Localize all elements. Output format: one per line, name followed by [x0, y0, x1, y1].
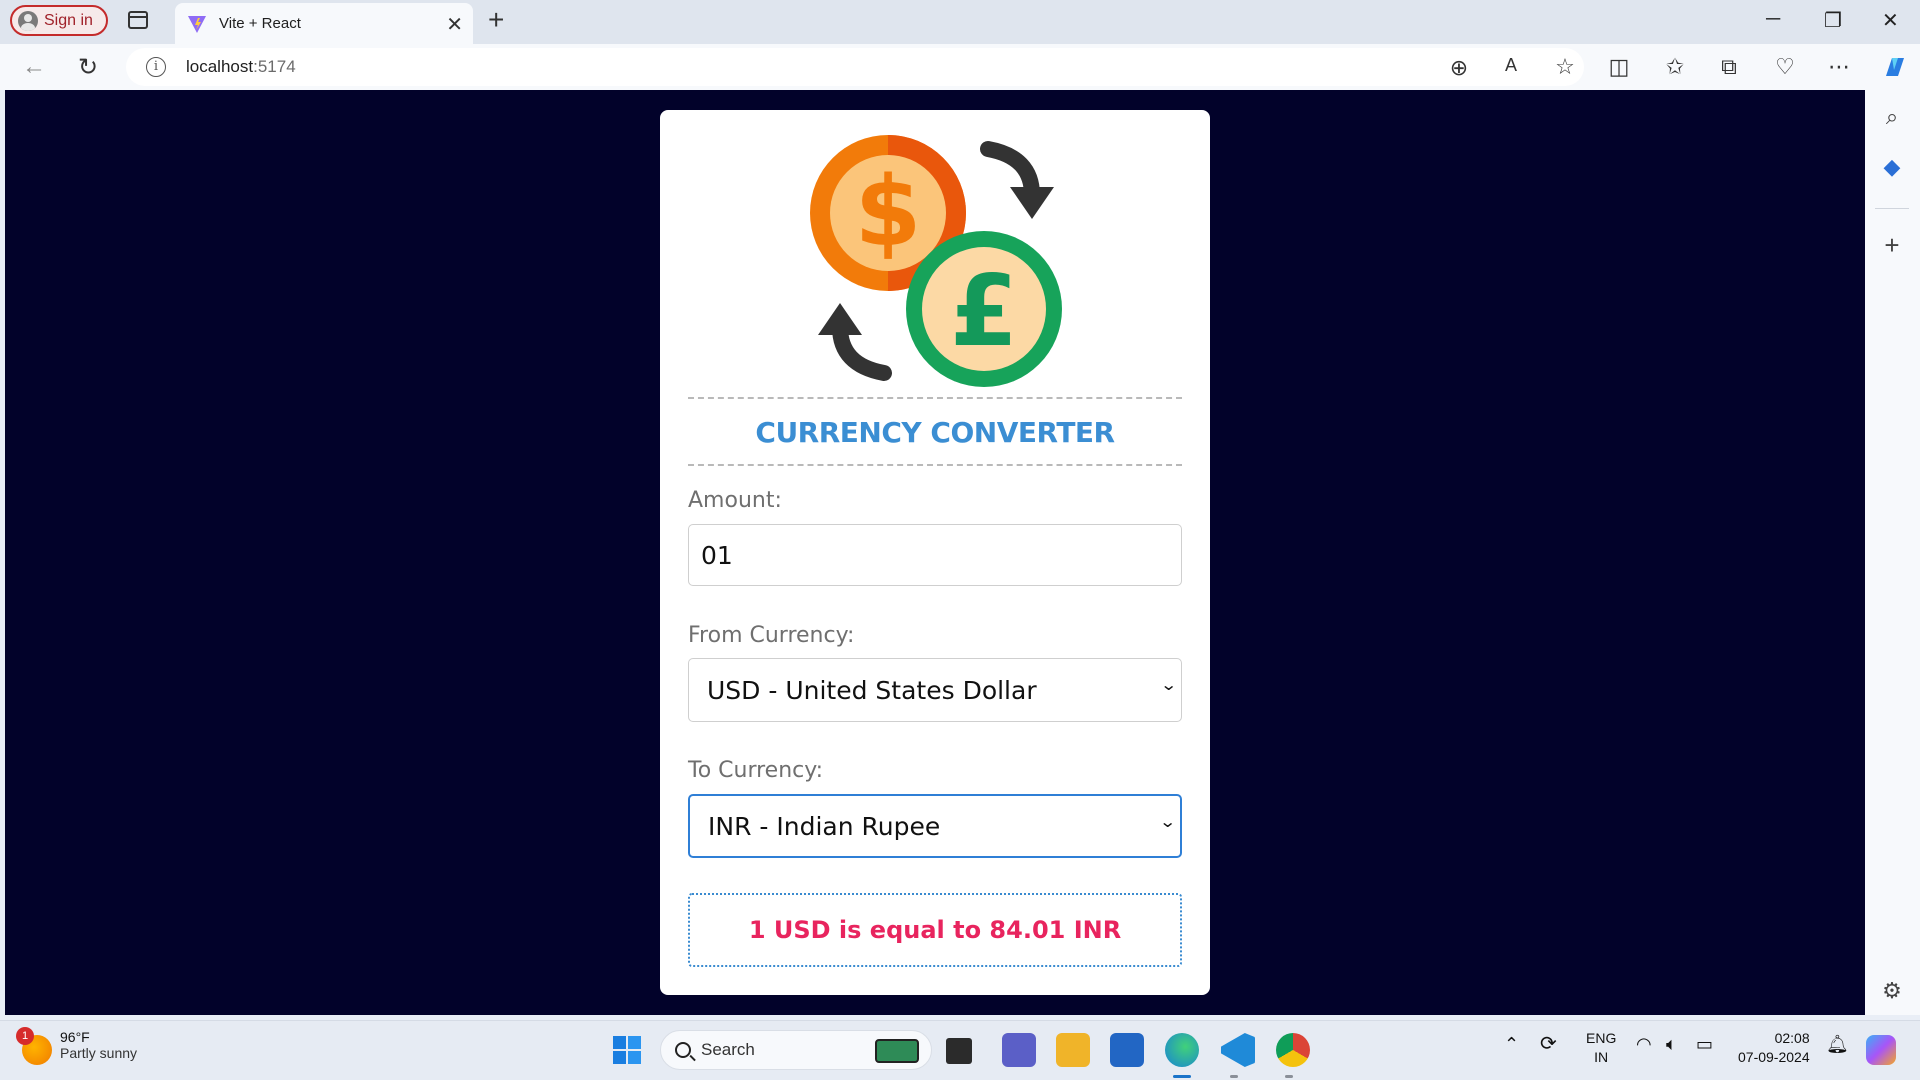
address-bar[interactable]: i localhost:5174 ⊕ A ☆ — [126, 48, 1584, 86]
refresh-icon[interactable]: ↻ — [78, 53, 98, 82]
top-divider — [688, 397, 1182, 399]
favorites-icon[interactable]: ✩ — [1662, 54, 1688, 80]
svg-text:$: $ — [855, 156, 922, 268]
to-currency-select[interactable]: INR - Indian Rupee ⌄ — [688, 794, 1182, 858]
show-hidden-icons-chevron-icon[interactable]: ⌃ — [1504, 1035, 1519, 1054]
search-placeholder: Search — [701, 1040, 755, 1059]
split-screen-icon[interactable]: ◫ — [1606, 54, 1632, 80]
browser-essentials-icon[interactable]: ♡ — [1772, 54, 1798, 80]
vite-logo-icon — [188, 15, 206, 33]
copilot-icon[interactable] — [1880, 52, 1910, 82]
volume-icon[interactable]: 🔈︎ — [1666, 1035, 1677, 1054]
copilot-taskbar-icon[interactable] — [1866, 1035, 1896, 1065]
tab-title: Vite + React — [219, 15, 301, 32]
weather-badge: 1 — [16, 1027, 34, 1045]
tab-strip: Sign in Vite + React ✕ + ─ ❐ ✕ — [0, 0, 1920, 44]
profile-avatar-icon — [18, 10, 38, 31]
url-text: localhost:5174 — [186, 57, 296, 77]
page-viewport: $ £ CURRENCY CONVERTER Amount: 01 From C… — [5, 90, 1865, 1015]
read-aloud-icon[interactable]: A — [1498, 55, 1524, 76]
partly-sunny-icon: 1 — [16, 1027, 52, 1065]
language-code: ENG — [1586, 1030, 1617, 1046]
windows-taskbar: 1 96°F Partly sunny Search ⌃ ⟳ ENG IN ◠ … — [0, 1020, 1920, 1080]
conversion-result: 1 USD is equal to 84.01 INR — [688, 893, 1182, 967]
search-icon — [675, 1042, 691, 1058]
bottom-divider — [688, 464, 1182, 466]
more-menu-icon[interactable]: ⋯ — [1826, 54, 1852, 80]
clock-date: 07-09-2024 — [1738, 1049, 1810, 1065]
region-code: IN — [1594, 1049, 1609, 1065]
vscode-icon[interactable] — [1221, 1033, 1255, 1067]
currency-exchange-logo: $ £ — [810, 135, 1062, 387]
converter-card: $ £ CURRENCY CONVERTER Amount: 01 From C… — [660, 110, 1210, 995]
weather-temperature: 96°F — [60, 1029, 90, 1045]
minimize-icon[interactable]: ─ — [1766, 8, 1780, 31]
from-currency-value: USD - United States Dollar — [707, 675, 1037, 705]
app-title: CURRENCY CONVERTER — [755, 416, 1115, 449]
edge-active-indicator — [1173, 1075, 1191, 1078]
search-highlight-icon — [875, 1039, 919, 1063]
to-currency-label: To Currency: — [688, 758, 824, 783]
sync-icon[interactable]: ⟳ — [1540, 1034, 1557, 1054]
taskbar-search-box[interactable]: Search — [660, 1030, 932, 1070]
clock-time: 02:08 — [1774, 1030, 1810, 1046]
sidebar-separator — [1875, 208, 1909, 209]
browser-toolbar: ← ↻ i localhost:5174 ⊕ A ☆ ◫ ✩ ⧉ ♡ ⋯ — [0, 44, 1920, 90]
edge-sidebar: ⌕ ◆ + ⚙ — [1865, 90, 1920, 1015]
weather-condition: Partly sunny — [60, 1045, 138, 1061]
vscode-running-indicator — [1230, 1075, 1238, 1078]
sign-in-label: Sign in — [44, 11, 93, 29]
tab-actions-icon[interactable] — [128, 11, 148, 29]
sign-in-button[interactable]: Sign in — [10, 5, 108, 36]
file-explorer-icon[interactable] — [1056, 1033, 1090, 1067]
add-sidebar-app-icon[interactable]: + — [1879, 230, 1905, 261]
chrome-icon[interactable] — [1276, 1033, 1310, 1067]
windows-start-icon[interactable] — [612, 1035, 642, 1065]
restore-icon[interactable]: ❐ — [1824, 8, 1842, 33]
from-currency-select[interactable]: USD - United States Dollar ⌄ — [688, 658, 1182, 722]
wifi-icon[interactable]: ◠ — [1636, 1035, 1652, 1054]
chevron-down-icon: ⌄ — [1158, 812, 1177, 831]
favorite-star-icon[interactable]: ☆ — [1552, 54, 1578, 80]
to-currency-value: INR - Indian Rupee — [708, 811, 941, 841]
amount-label: Amount: — [688, 488, 782, 513]
sidebar-settings-icon[interactable]: ⚙ — [1879, 978, 1905, 1004]
url-host: localhost — [186, 57, 254, 76]
sidebar-search-icon[interactable]: ⌕ — [1879, 104, 1905, 130]
chevron-down-icon: ⌄ — [1159, 675, 1178, 694]
battery-icon[interactable]: ▭ — [1696, 1035, 1713, 1054]
clock[interactable]: 02:08 07-09-2024 — [1738, 1029, 1810, 1067]
svg-text:£: £ — [950, 255, 1018, 369]
site-info-icon[interactable]: i — [146, 57, 166, 77]
close-window-icon[interactable]: ✕ — [1882, 8, 1899, 33]
shopping-tag-icon[interactable]: ◆ — [1879, 154, 1905, 180]
new-tab-button[interactable]: + — [488, 4, 504, 36]
weather-widget[interactable]: 1 96°F Partly sunny — [16, 1027, 137, 1065]
notification-bell-icon[interactable]: 🔔︎ — [1826, 1035, 1849, 1054]
close-tab-icon[interactable]: ✕ — [446, 12, 463, 37]
microsoft-store-icon[interactable] — [1110, 1033, 1144, 1067]
weather-text: 96°F Partly sunny — [60, 1029, 137, 1065]
collections-icon[interactable]: ⧉ — [1716, 54, 1742, 80]
back-icon[interactable]: ← — [22, 53, 46, 81]
teams-icon[interactable] — [1002, 1033, 1036, 1067]
zoom-icon[interactable]: ⊕ — [1446, 55, 1472, 81]
url-port: :5174 — [253, 57, 296, 76]
task-view-icon[interactable] — [946, 1038, 972, 1064]
language-indicator[interactable]: ENG IN — [1586, 1029, 1616, 1067]
from-currency-label: From Currency: — [688, 623, 855, 648]
edge-browser-icon[interactable] — [1165, 1033, 1199, 1067]
active-tab[interactable]: Vite + React ✕ — [175, 3, 473, 44]
chrome-running-indicator — [1285, 1075, 1293, 1078]
amount-input[interactable]: 01 — [688, 524, 1182, 586]
